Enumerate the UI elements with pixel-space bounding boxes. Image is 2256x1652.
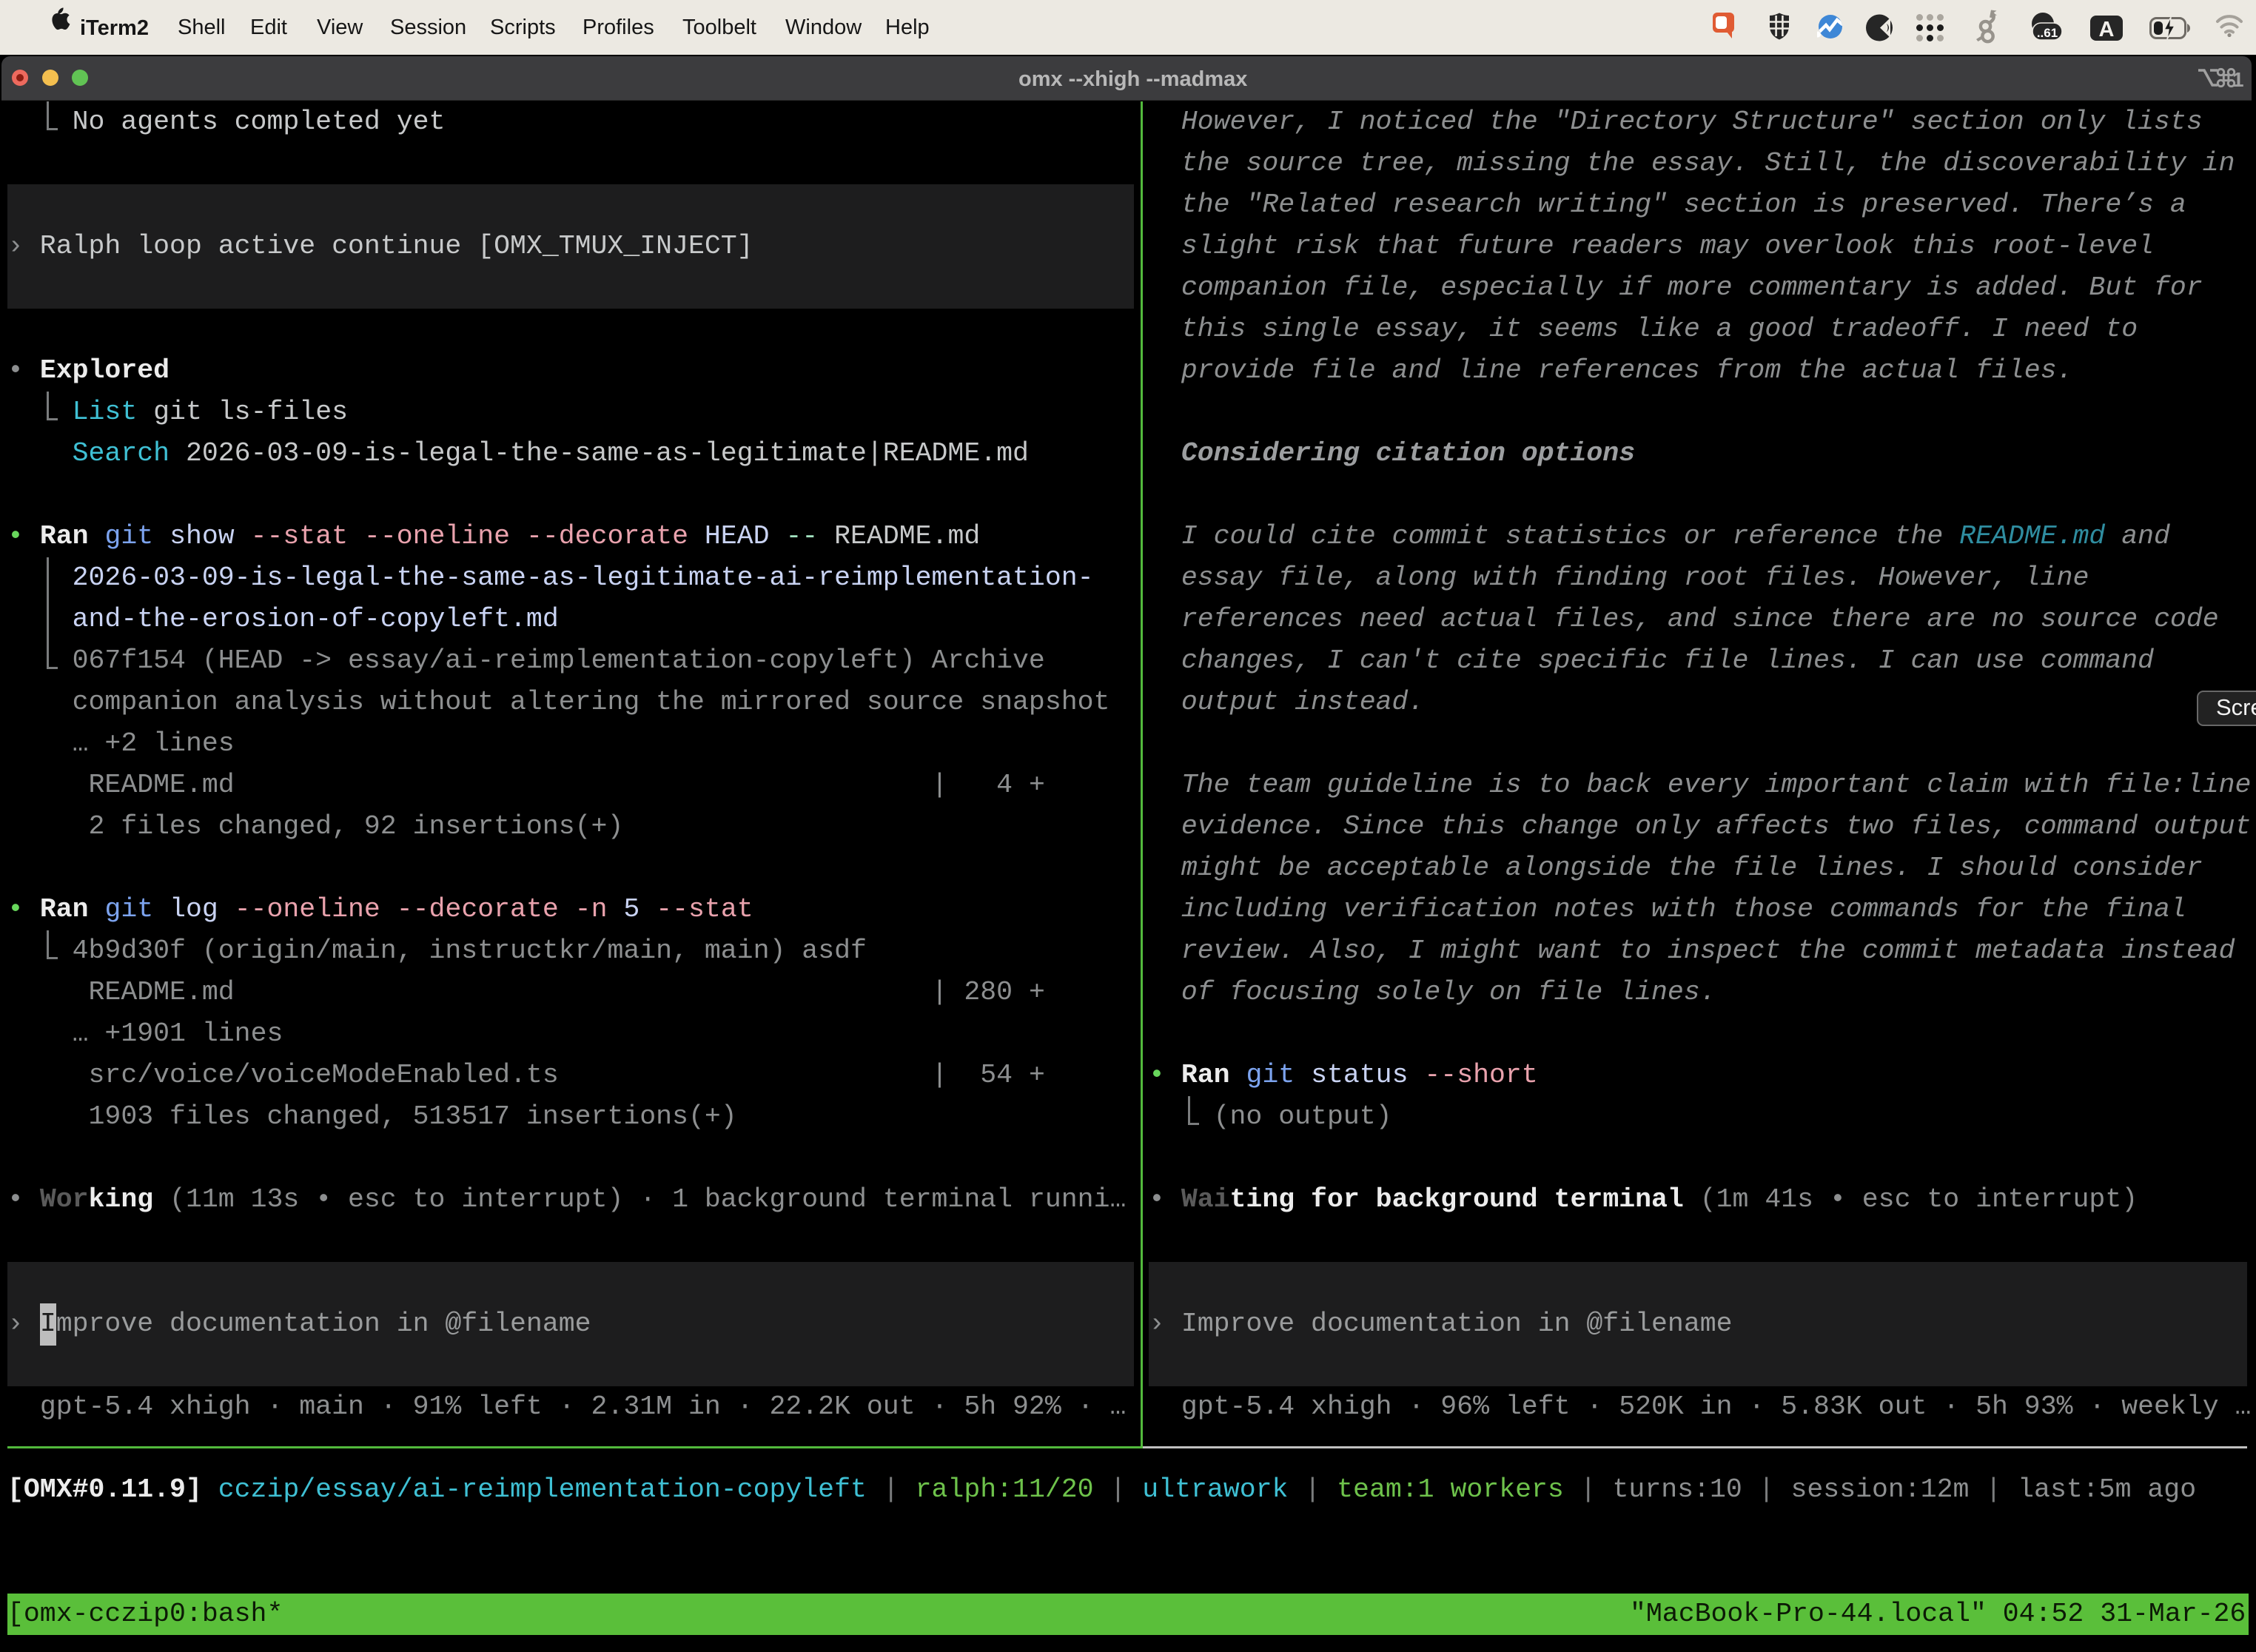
svg-text:..61: ..61 bbox=[2037, 26, 2058, 40]
